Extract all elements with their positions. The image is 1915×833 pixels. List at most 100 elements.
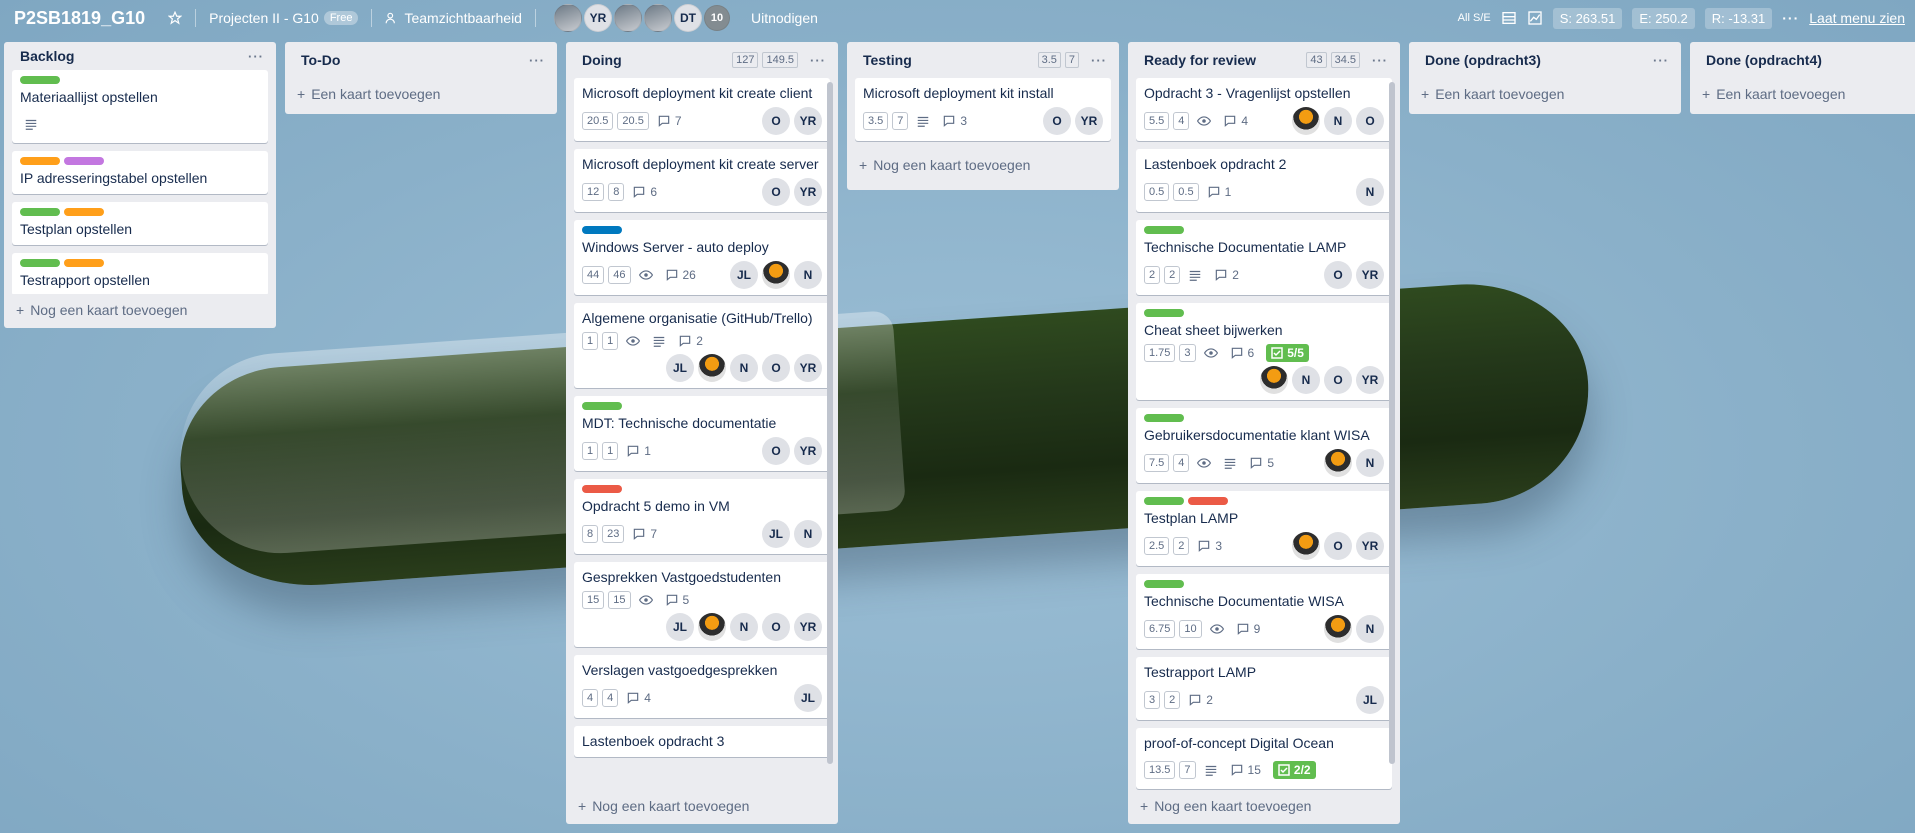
member-avatar[interactable]: N — [1356, 615, 1384, 643]
more-icon[interactable]: ··· — [1782, 10, 1799, 26]
team-button[interactable]: Projecten II - G10 Free — [209, 10, 359, 26]
member-avatar[interactable]: YR — [1075, 107, 1103, 135]
list-title[interactable]: Done (opdracht3) — [1425, 52, 1641, 68]
member-avatar[interactable]: JL — [762, 520, 790, 548]
card-label-orange[interactable] — [20, 157, 60, 166]
card[interactable]: Opdracht 3 - Vragenlijst opstellen 5.5 4 4 N… — [1136, 78, 1392, 141]
member-avatar[interactable]: N — [1324, 107, 1352, 135]
card[interactable]: Lastenboek opdracht 2 0.5 0.5 1 N — [1136, 149, 1392, 212]
list-scrollbar[interactable] — [1389, 82, 1395, 764]
card-label-green[interactable] — [20, 208, 60, 217]
list-title[interactable]: Testing — [863, 52, 1034, 68]
card[interactable]: Microsoft deployment kit create client 20… — [574, 78, 830, 141]
add-card-button[interactable]: + Nog een kaart toevoegen — [4, 294, 276, 328]
card[interactable]: Cheat sheet bijwerken 1.75 3 6 5/5 N O YR — [1136, 303, 1392, 400]
card[interactable]: Algemene organisatie (GitHub/Trello) 1 1 2 J… — [574, 303, 830, 388]
card[interactable]: Technische Documentatie WISA 6.75 10 9 N — [1136, 574, 1392, 649]
add-card-button[interactable]: + Een kaart toevoegen — [285, 78, 557, 112]
member-avatar[interactable]: YR — [794, 178, 822, 206]
member-avatar[interactable] — [698, 613, 726, 641]
member-avatar[interactable]: YR — [583, 4, 612, 32]
list-menu-icon[interactable]: ··· — [529, 53, 545, 68]
list-scrollbar[interactable] — [827, 82, 833, 764]
card[interactable]: Opdracht 5 demo in VM 8 23 7 JL N — [574, 479, 830, 554]
card[interactable]: Testrapport LAMP 3 2 2 JL — [1136, 657, 1392, 720]
member-avatar[interactable]: YR — [794, 354, 822, 382]
card[interactable]: Microsoft deployment kit install 3.5 7 3 O YR — [855, 78, 1111, 141]
table-icon[interactable] — [1501, 10, 1517, 26]
member-avatar[interactable]: N — [730, 613, 758, 641]
card[interactable]: IP adresseringstabel opstellen — [12, 151, 268, 195]
member-avatar[interactable]: YR — [794, 107, 822, 135]
card-label-orange[interactable] — [64, 259, 104, 268]
member-avatar[interactable]: JL — [666, 354, 694, 382]
card[interactable]: Lastenboek opdracht 3 — [574, 726, 830, 757]
visibility-button[interactable]: Teamzichtbaarheid — [385, 10, 522, 26]
star-button[interactable] — [168, 11, 183, 25]
list-title[interactable]: Doing — [582, 52, 728, 68]
card-label-red[interactable] — [582, 485, 622, 493]
member-avatar[interactable]: JL — [666, 613, 694, 641]
list-title[interactable]: Backlog — [20, 48, 236, 64]
card[interactable]: Gesprekken Vastgoedstudenten 15 15 5 JL N O YR — [574, 562, 830, 647]
list-menu-icon[interactable]: ··· — [1653, 53, 1669, 68]
card[interactable]: Gebruikersdocumentatie klant WISA 7.5 4 5 N — [1136, 408, 1392, 483]
add-card-button[interactable]: + Nog een kaart toevoegen — [566, 790, 838, 824]
list-title[interactable]: Ready for review — [1144, 52, 1302, 68]
member-avatar[interactable]: N — [1356, 449, 1384, 477]
list-menu-icon[interactable]: ··· — [248, 49, 264, 64]
card[interactable]: proof-of-concept Digital Ocean 13.5 7 15 2/2 — [1136, 728, 1392, 789]
add-card-button[interactable]: + Nog een kaart toevoegen — [1128, 790, 1400, 824]
list-title[interactable]: To-Do — [301, 52, 517, 68]
card[interactable]: Microsoft deployment kit create server 12… — [574, 149, 830, 212]
member-avatar[interactable]: O — [1356, 107, 1384, 135]
member-avatar[interactable]: O — [762, 354, 790, 382]
card[interactable]: Testrapport opstellen — [12, 253, 268, 294]
member-avatar[interactable] — [553, 4, 582, 32]
member-avatar[interactable]: O — [1324, 366, 1352, 394]
card[interactable]: Testplan opstellen — [12, 202, 268, 246]
member-avatar[interactable]: JL — [794, 684, 822, 712]
member-avatar[interactable]: N — [730, 354, 758, 382]
add-card-button[interactable]: + Een kaart toevoegen — [1690, 78, 1915, 112]
member-avatar[interactable]: O — [1324, 261, 1352, 289]
card-label-purple[interactable] — [64, 157, 104, 166]
member-avatar[interactable]: YR — [1356, 532, 1384, 560]
all-se-toggle[interactable]: All S/E — [1458, 12, 1491, 24]
member-avatar[interactable]: O — [762, 613, 790, 641]
member-avatar[interactable] — [1324, 449, 1352, 477]
add-card-button[interactable]: + Een kaart toevoegen — [1409, 78, 1681, 112]
card[interactable]: Materiaallijst opstellen — [12, 70, 268, 144]
member-avatar[interactable]: JL — [1356, 686, 1384, 714]
card[interactable]: Testplan LAMP 2.5 2 3 O YR — [1136, 491, 1392, 566]
card-label-green[interactable] — [1144, 414, 1184, 422]
add-card-button[interactable]: + Nog een kaart toevoegen — [847, 149, 1119, 183]
member-avatar[interactable]: DT — [673, 4, 702, 32]
card-label-blue[interactable] — [582, 226, 622, 234]
card-label-green[interactable] — [1144, 580, 1184, 588]
member-avatar[interactable] — [643, 4, 672, 32]
card-label-green[interactable] — [582, 402, 622, 410]
board-title[interactable]: P2SB1819_G10 — [14, 8, 145, 29]
member-avatar[interactable]: YR — [1356, 366, 1384, 394]
list-menu-icon[interactable]: ··· — [1091, 53, 1107, 68]
member-avatar[interactable]: YR — [794, 613, 822, 641]
member-avatar[interactable]: N — [1356, 178, 1384, 206]
member-count-badge[interactable]: 10 — [703, 5, 730, 31]
list-menu-icon[interactable]: ··· — [810, 53, 826, 68]
member-avatar[interactable] — [762, 261, 790, 289]
card-label-green[interactable] — [1144, 226, 1184, 234]
card-label-green[interactable] — [20, 259, 60, 268]
member-avatar[interactable]: O — [762, 437, 790, 465]
card-label-green[interactable] — [1144, 309, 1184, 317]
member-avatar[interactable]: YR — [1356, 261, 1384, 289]
member-avatar[interactable] — [1324, 615, 1352, 643]
member-avatar[interactable]: N — [794, 520, 822, 548]
member-avatar[interactable] — [1292, 107, 1320, 135]
invite-button[interactable]: Uitnodigen — [751, 10, 818, 26]
card-label-orange[interactable] — [64, 208, 104, 217]
chart-icon[interactable] — [1527, 10, 1543, 26]
card-label-red[interactable] — [1188, 497, 1228, 505]
card[interactable]: Verslagen vastgoedgesprekken 4 4 4 JL — [574, 655, 830, 718]
member-avatar[interactable] — [613, 4, 642, 32]
